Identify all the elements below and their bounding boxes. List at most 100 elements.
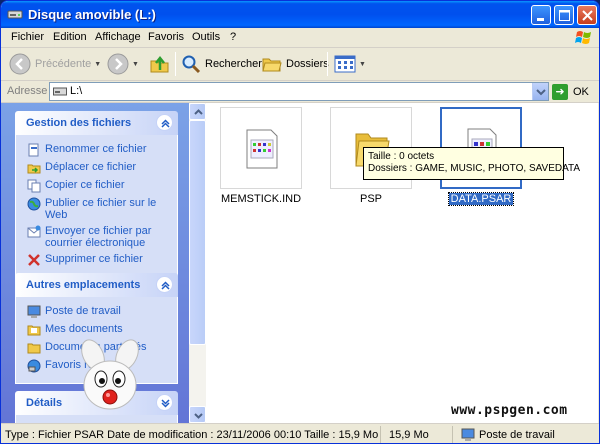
folder-name-text: PSP xyxy=(359,193,382,205)
status-zone: Poste de travail xyxy=(457,426,599,443)
search-button[interactable]: Rechercher xyxy=(181,51,262,77)
move-icon xyxy=(27,164,41,174)
file-name: DATA.PSAR xyxy=(434,192,528,206)
title-bar[interactable]: Disque amovible (L:) xyxy=(1,1,599,28)
collapse-button[interactable] xyxy=(156,114,173,131)
go-arrow-icon: ➜ xyxy=(552,84,568,100)
folders-button[interactable]: Dossiers xyxy=(262,51,329,77)
email-icon xyxy=(27,225,41,238)
search-label: Rechercher xyxy=(205,58,262,70)
file-thumbnail xyxy=(220,107,302,189)
address-label: Adresse xyxy=(7,85,48,97)
address-input[interactable]: L:\ xyxy=(49,82,549,101)
my-computer-icon xyxy=(27,305,41,318)
task-publish[interactable]: Publier ce fichier sur le Web xyxy=(16,195,177,223)
address-value: L:\ xyxy=(70,85,83,97)
minimize-button[interactable] xyxy=(531,5,551,25)
chevron-down-icon xyxy=(194,413,203,419)
other-places-header[interactable]: Autres emplacements xyxy=(15,273,178,297)
minimize-icon xyxy=(537,18,544,21)
task-pane: Gestion des fichiers Renommer ce fichier… xyxy=(1,103,189,423)
scroll-up-button[interactable] xyxy=(189,103,206,120)
chevron-down-icon xyxy=(536,89,546,96)
delete-icon xyxy=(28,254,40,266)
task-delete-label: Supprimer ce fichier xyxy=(45,253,143,265)
file-name: MEMSTICK.IND xyxy=(214,193,308,205)
task-copy-label: Copier ce fichier xyxy=(45,179,125,191)
task-email[interactable]: Envoyer ce fichier par courrier électron… xyxy=(16,223,177,251)
back-button[interactable]: Précédente ▼ xyxy=(9,51,101,77)
menu-affichage[interactable]: Affichage xyxy=(95,31,141,43)
task-pane-scrollbar[interactable] xyxy=(189,103,206,423)
back-dropdown-icon[interactable]: ▼ xyxy=(94,61,101,68)
my-computer-icon xyxy=(461,428,475,441)
removable-drive-icon xyxy=(7,10,23,19)
address-bar: Adresse L:\ ➜ OK xyxy=(1,81,599,103)
task-move-label: Déplacer ce fichier xyxy=(45,161,137,173)
chevron-up-icon xyxy=(161,281,170,290)
status-bar: Type : Fichier PSAR Date de modification… xyxy=(1,423,599,443)
shared-documents-icon xyxy=(27,343,41,354)
file-tasks-header[interactable]: Gestion des fichiers xyxy=(15,111,178,135)
task-move[interactable]: Déplacer ce fichier xyxy=(16,159,177,177)
go-label: OK xyxy=(573,86,589,98)
other-places-title: Autres emplacements xyxy=(26,279,141,291)
views-dropdown-icon[interactable]: ▼ xyxy=(359,61,366,68)
search-icon xyxy=(182,55,201,74)
menu-outils[interactable]: Outils xyxy=(192,31,220,43)
views-icon xyxy=(334,55,356,73)
toolbar-separator xyxy=(175,52,176,76)
mascot-illustration xyxy=(81,339,139,410)
place-my-documents[interactable]: Mes documents xyxy=(16,321,177,339)
close-icon xyxy=(582,10,593,21)
go-button[interactable]: ➜ OK xyxy=(552,83,589,101)
status-info: Type : Fichier PSAR Date de modification… xyxy=(1,426,381,443)
menu-favoris[interactable]: Favoris xyxy=(148,31,184,43)
watermark: www.pspgen.com xyxy=(451,403,568,418)
up-folder-icon xyxy=(150,55,169,73)
forward-dropdown-icon[interactable]: ▼ xyxy=(132,61,139,68)
menu-fichier[interactable]: Fichier xyxy=(11,31,44,43)
task-delete[interactable]: Supprimer ce fichier xyxy=(16,251,177,269)
folders-label: Dossiers xyxy=(286,58,329,70)
explorer-window: Disque amovible (L:) Fichier Edition Aff… xyxy=(0,0,600,444)
tooltip-folders: Dossiers : GAME, MUSIC, PHOTO, SAVEDATA xyxy=(368,163,581,174)
task-rename[interactable]: Renommer ce fichier xyxy=(16,141,177,159)
back-arrow-icon xyxy=(9,53,31,75)
file-tasks-list: Renommer ce fichier Déplacer ce fichier … xyxy=(15,135,178,278)
forward-arrow-icon xyxy=(107,53,129,75)
scroll-thumb[interactable] xyxy=(189,120,206,345)
forward-button[interactable]: ▼ xyxy=(107,51,139,77)
generic-file-icon xyxy=(246,129,278,169)
collapse-button[interactable] xyxy=(156,276,173,293)
tooltip-size: Taille : 0 octets xyxy=(368,151,435,162)
folders-icon xyxy=(262,58,282,72)
up-folder-button[interactable] xyxy=(149,51,171,77)
status-size: 15,9 Mo xyxy=(385,426,453,443)
close-button[interactable] xyxy=(577,5,597,25)
place-my-documents-label: Mes documents xyxy=(45,323,123,335)
my-documents-icon xyxy=(27,325,41,336)
task-publish-label: Publier ce fichier sur le Web xyxy=(45,197,157,221)
task-email-label: Envoyer ce fichier par courrier électron… xyxy=(45,225,152,249)
views-button[interactable]: ▼ xyxy=(334,51,366,77)
toolbar-separator xyxy=(327,52,328,76)
task-copy[interactable]: Copier ce fichier xyxy=(16,177,177,195)
window-title: Disque amovible (L:) xyxy=(28,7,156,22)
maximize-button[interactable] xyxy=(554,5,574,25)
file-name-text: DATA.PSAR xyxy=(447,192,515,206)
menu-help[interactable]: ? xyxy=(230,31,236,43)
scroll-down-button[interactable] xyxy=(189,406,206,423)
file-tasks-title: Gestion des fichiers xyxy=(26,117,132,129)
network-places-icon xyxy=(27,359,41,373)
toolbar: Précédente ▼ ▼ Rechercher Dossiers ▼ xyxy=(1,48,599,81)
menu-edition[interactable]: Edition xyxy=(53,31,87,43)
expand-button[interactable] xyxy=(156,394,173,411)
windows-logo-icon xyxy=(575,31,591,44)
address-dropdown-button[interactable] xyxy=(532,83,548,100)
place-my-computer[interactable]: Poste de travail xyxy=(16,303,177,321)
status-zone-label: Poste de travail xyxy=(479,429,555,441)
task-rename-label: Renommer ce fichier xyxy=(45,143,147,155)
chevron-up-icon xyxy=(194,109,203,115)
rename-icon xyxy=(28,143,39,157)
